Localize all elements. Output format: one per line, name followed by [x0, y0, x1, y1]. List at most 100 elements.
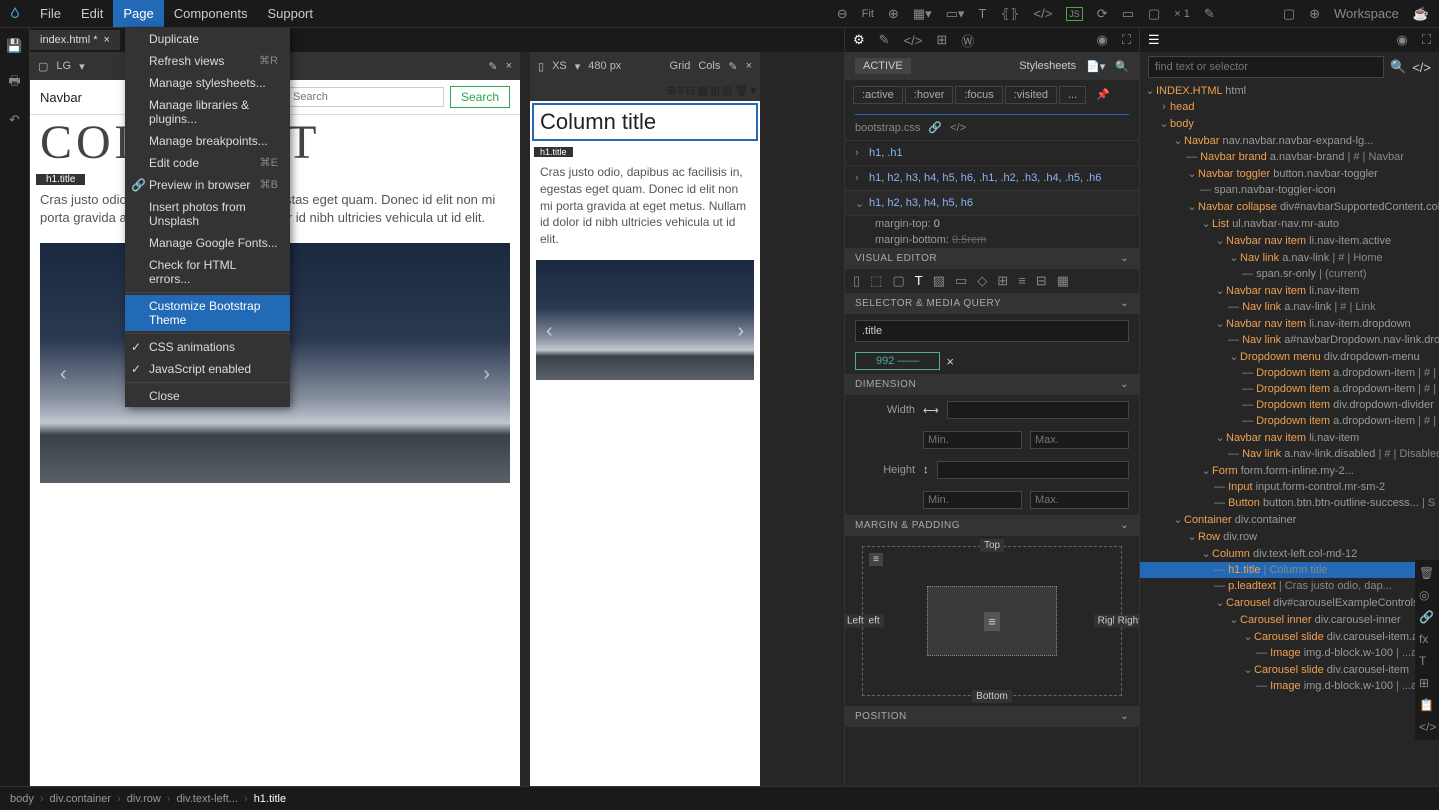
tree-node[interactable]: — h1.title | Column title: [1140, 562, 1439, 578]
pseudo-active[interactable]: :active: [853, 86, 903, 104]
fx-icon[interactable]: fx: [1419, 632, 1435, 646]
tree-node[interactable]: ⌄List ul.navbar-nav.mr-auto: [1140, 215, 1439, 232]
menu-item[interactable]: Refresh views⌘R: [125, 50, 290, 72]
wp-icon[interactable]: Ⓦ: [961, 31, 974, 50]
carousel[interactable]: ‹ ›: [536, 260, 754, 380]
zoom-in-icon[interactable]: ⊕: [888, 6, 899, 22]
tree-node[interactable]: ⌄Nav link a.nav-link | # | Home: [1140, 249, 1439, 266]
code-icon[interactable]: ⦃⦄: [1000, 6, 1019, 22]
tool-icon[interactable]: ⊞: [666, 84, 675, 97]
code-icon[interactable]: </>: [1419, 720, 1435, 734]
save-icon[interactable]: 💾: [6, 38, 22, 54]
tree-node[interactable]: ⌄body: [1140, 115, 1439, 132]
tree-node[interactable]: ›head: [1140, 99, 1439, 115]
print-icon[interactable]: 🖶: [8, 72, 20, 94]
expand-icon[interactable]: ⛶: [1122, 32, 1131, 48]
box-model[interactable]: Top Left Right Bottom ≡ Top Left Right B…: [845, 536, 1139, 706]
collapse-icon[interactable]: ⌄: [1120, 711, 1129, 722]
width-min[interactable]: [923, 431, 1022, 449]
menu-item[interactable]: Manage Google Fonts...: [125, 232, 290, 254]
settings-icon[interactable]: ⚙: [853, 32, 865, 48]
css-rule[interactable]: ›h1, h2, h3, h4, h5, h6, .h1, .h2, .h3, …: [845, 166, 1139, 191]
selector-input[interactable]: [855, 320, 1129, 342]
ve-icon[interactable]: ▯: [853, 273, 860, 289]
collapse-icon[interactable]: ⌄: [1120, 298, 1129, 309]
ve-icon[interactable]: ▦: [1057, 273, 1069, 289]
tree-node[interactable]: ⌄Carousel div#carouselExampleControls.ca…: [1140, 594, 1439, 611]
workspace-label[interactable]: Workspace: [1334, 6, 1399, 21]
tree-node[interactable]: — Navbar brand a.navbar-brand | # | Navb…: [1140, 149, 1439, 165]
crumb-item[interactable]: div.row: [127, 793, 161, 805]
tree-node[interactable]: ⌄Carousel inner div.carousel-inner: [1140, 611, 1439, 628]
search-icon[interactable]: 🔍: [1115, 60, 1129, 73]
menu-item[interactable]: Manage stylesheets...: [125, 72, 290, 94]
ve-text-icon[interactable]: T: [915, 273, 923, 289]
tree-node[interactable]: — Nav link a.nav-link.disabled | # | Dis…: [1140, 446, 1439, 462]
zoom-fit[interactable]: Fit: [862, 8, 874, 20]
menu-item[interactable]: Close: [125, 385, 290, 407]
menu-item[interactable]: Manage libraries & plugins...: [125, 94, 290, 130]
pseudo-hover[interactable]: :hover: [905, 86, 954, 104]
menu-item[interactable]: ✓JavaScript enabled: [125, 358, 290, 380]
brush-icon[interactable]: ✎: [879, 32, 890, 48]
carousel-prev-icon[interactable]: ‹: [60, 363, 67, 386]
tree-node[interactable]: ⌄Navbar nav item li.nav-item: [1140, 282, 1439, 299]
grid-label[interactable]: Grid: [670, 60, 691, 72]
tree-node[interactable]: — Dropdown item a.dropdown-item | # | An…: [1140, 381, 1439, 397]
chat-icon[interactable]: ▢: [1283, 6, 1295, 22]
menu-item[interactable]: Customize Bootstrap Theme: [125, 295, 290, 331]
crumb-item[interactable]: body: [10, 793, 34, 805]
lead-text[interactable]: Cras justo odio, dapibus ac facilisis in…: [530, 158, 760, 254]
close-icon[interactable]: ×: [506, 60, 512, 72]
ve-icon[interactable]: ▢: [892, 273, 904, 289]
device-icon[interactable]: ▯: [538, 60, 544, 73]
tree-node[interactable]: ⌄Row div.row: [1140, 528, 1439, 545]
vp-size[interactable]: XS: [552, 60, 567, 72]
visual-editor-header[interactable]: VISUAL EDITOR: [855, 253, 937, 264]
app-logo-icon[interactable]: [0, 0, 30, 28]
zoom-out-icon[interactable]: ⊖: [837, 6, 848, 22]
plugin-icon[interactable]: ⊞: [936, 32, 947, 48]
code-icon[interactable]: </>: [950, 122, 966, 134]
tree-node[interactable]: — p.leadtext | Cras justo odio, dap...: [1140, 578, 1439, 594]
tool-icon[interactable]: ▾: [750, 84, 756, 97]
nav-brand[interactable]: Navbar: [40, 90, 82, 105]
ve-icon[interactable]: ◇: [977, 273, 987, 289]
ruler-icon[interactable]: ▭▾: [946, 6, 965, 22]
menu-support[interactable]: Support: [257, 0, 323, 27]
tree-node[interactable]: — Input input.form-control.mr-sm-2: [1140, 479, 1439, 495]
brush-icon[interactable]: ✎: [728, 60, 737, 73]
tree-node[interactable]: ⌄Navbar nav item li.nav-item: [1140, 429, 1439, 446]
text-icon[interactable]: T: [978, 6, 986, 21]
menu-item[interactable]: Manage breakpoints...: [125, 130, 290, 152]
search-button[interactable]: Search: [450, 86, 510, 108]
menu-edit[interactable]: Edit: [71, 0, 113, 27]
tree-icon[interactable]: ☰: [1148, 32, 1160, 48]
link-icon[interactable]: 🔗: [1419, 610, 1435, 624]
stylesheets-label[interactable]: Stylesheets: [1019, 60, 1076, 72]
html-icon[interactable]: </>: [1033, 6, 1052, 21]
carousel-next-icon[interactable]: ›: [737, 320, 744, 343]
search-icon[interactable]: ⊕: [1309, 6, 1320, 22]
menu-item[interactable]: Edit code⌘E: [125, 152, 290, 174]
tree-node[interactable]: — Nav link a.nav-link | # | Link: [1140, 299, 1439, 315]
collapse-icon[interactable]: ⌄: [1120, 253, 1129, 264]
copy-icon[interactable]: 📋: [1419, 698, 1435, 712]
close-icon[interactable]: ×: [946, 354, 954, 369]
tree-node[interactable]: ⌄Dropdown menu div.dropdown-menu: [1140, 348, 1439, 365]
tree-node[interactable]: — Image img.d-block.w-100 | ...aceholder…: [1140, 678, 1439, 694]
eye-icon[interactable]: ◉: [1097, 32, 1108, 48]
tree-node[interactable]: ⌄Navbar toggler button.navbar-toggler: [1140, 165, 1439, 182]
close-icon[interactable]: ×: [746, 60, 752, 72]
document-tab[interactable]: index.html *×: [30, 30, 120, 50]
tree-node[interactable]: ⌄Navbar nav.navbar.navbar-expand-lg...: [1140, 132, 1439, 149]
tree-node[interactable]: — Image img.d-block.w-100 | ...aceholder…: [1140, 645, 1439, 661]
dup-icon[interactable]: ⊞: [1419, 676, 1435, 690]
selector-header[interactable]: SELECTOR & MEDIA QUERY: [855, 298, 1001, 309]
cup-icon[interactable]: ☕: [1413, 6, 1429, 22]
ve-icon[interactable]: ▨: [933, 273, 945, 289]
target-icon[interactable]: ◎: [1419, 588, 1435, 602]
tree-node[interactable]: — span.navbar-toggler-icon: [1140, 182, 1439, 198]
eye-icon[interactable]: ◉: [1397, 32, 1408, 48]
device2-icon[interactable]: ▢: [1148, 6, 1160, 22]
